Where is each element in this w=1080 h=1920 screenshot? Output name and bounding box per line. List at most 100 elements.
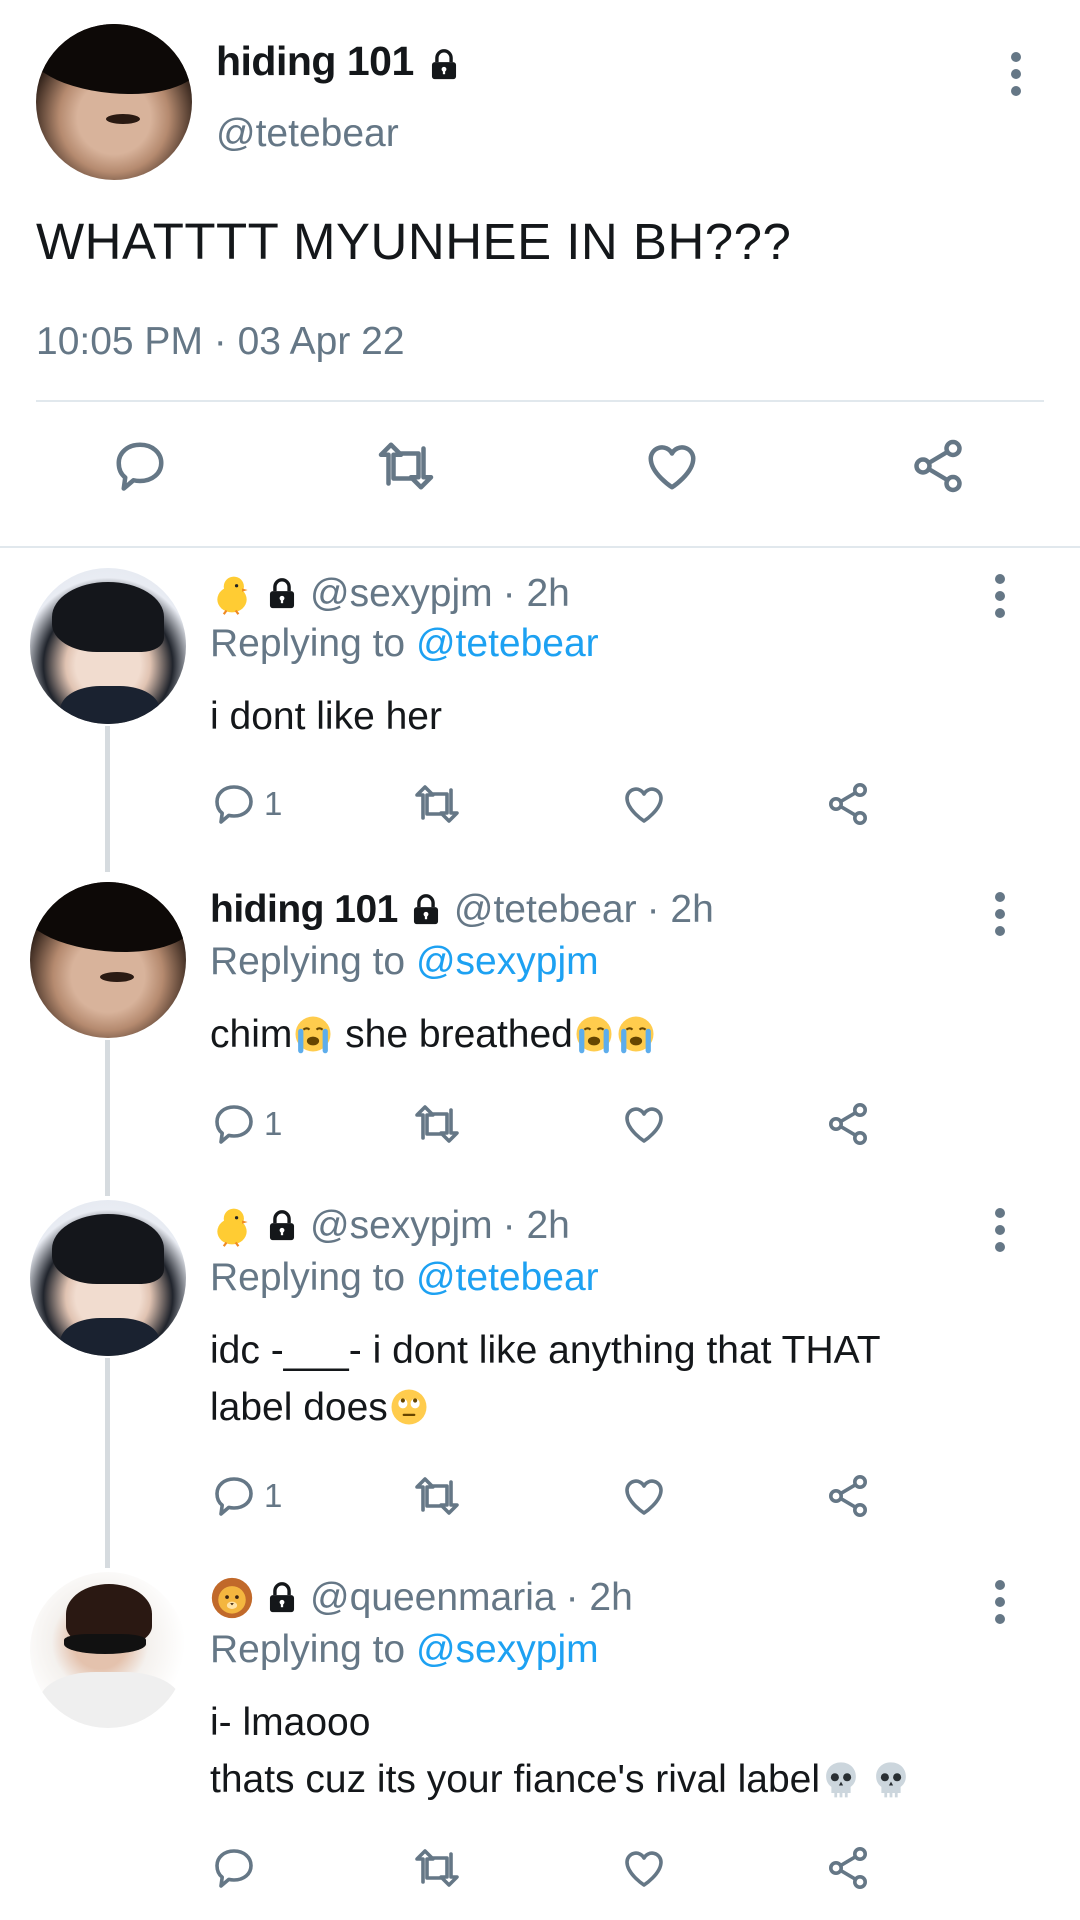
crying-face-emoji [615, 1013, 657, 1055]
divider [36, 400, 1044, 402]
heart-icon[interactable] [620, 1472, 668, 1520]
eye-roll-emoji [388, 1386, 430, 1428]
chick-emoji [210, 1204, 254, 1248]
share-icon[interactable] [824, 1844, 872, 1892]
reply-text-line: label does [210, 1386, 388, 1429]
reply-time: · 2h [502, 1204, 570, 1247]
lion-emoji [210, 1576, 254, 1620]
heart-icon[interactable] [620, 1844, 668, 1892]
speech-bubble-icon [215, 1477, 253, 1516]
heart-icon[interactable] [620, 1100, 668, 1148]
reply-author-name[interactable]: hiding 101 [210, 888, 398, 932]
replying-to: Replying to @tetebear [210, 1256, 599, 1300]
reply-handle[interactable]: @sexypjm [310, 572, 493, 616]
reply-text: i dont like her [210, 688, 442, 745]
retweet-icon[interactable] [410, 1472, 464, 1520]
share-icon[interactable] [824, 1100, 872, 1148]
reply-count: 1 [264, 785, 283, 822]
replying-prefix: Replying to [210, 940, 406, 983]
avatar[interactable] [30, 882, 186, 1038]
reply-text-line: thats cuz its your fiance's rival label [210, 1758, 821, 1801]
speech-bubble-icon [215, 1105, 253, 1144]
padlock-icon [264, 1209, 300, 1243]
reply-actions: 1 [210, 1100, 890, 1156]
share-icon[interactable] [824, 780, 872, 828]
tweet-actions [0, 436, 1080, 516]
speech-bubble-icon[interactable] [110, 436, 170, 501]
avatar[interactable] [36, 24, 192, 180]
reply-time: · 2h [646, 888, 714, 931]
reply-handle[interactable]: @queenmaria [310, 1576, 556, 1620]
mention-link[interactable]: @tetebear [416, 1256, 599, 1299]
mention-link[interactable]: @sexypjm [416, 940, 599, 983]
chick-emoji [210, 572, 254, 616]
retweet-icon[interactable] [410, 1100, 464, 1148]
reply-button[interactable]: 1 [210, 780, 282, 828]
reply-actions [210, 1844, 890, 1900]
vertical-dots-icon[interactable] [992, 892, 1008, 940]
main-tweet: hiding 101 @tetebear WHATTTT MYUNHEE IN … [0, 0, 1080, 548]
reply-text: i- lmaooo thats cuz its your fiance's ri… [210, 1694, 912, 1808]
reply-button[interactable] [210, 1844, 264, 1892]
reply-header: @sexypjm · 2h [210, 1204, 570, 1248]
reply-text-line: i- lmaooo [210, 1701, 371, 1744]
replying-to: Replying to @sexypjm [210, 1628, 599, 1672]
skull-emoji [820, 1758, 862, 1800]
reply-button[interactable]: 1 [210, 1472, 282, 1520]
crying-face-emoji [292, 1013, 334, 1055]
mention-link[interactable]: @sexypjm [416, 1628, 599, 1671]
mention-link[interactable]: @tetebear [416, 622, 599, 665]
vertical-dots-icon[interactable] [992, 574, 1008, 622]
reply-time: · 2h [565, 1576, 633, 1619]
padlock-icon [264, 577, 300, 611]
reply-tweet[interactable]: hiding 101 @tetebear · 2h Replying to @s… [0, 868, 1080, 1186]
speech-bubble-icon [215, 1849, 253, 1888]
reply-text-line: idc -___- i dont like anything that THAT [210, 1329, 881, 1372]
share-icon[interactable] [908, 436, 968, 501]
crying-face-emoji [573, 1013, 615, 1055]
replying-prefix: Replying to [210, 1628, 406, 1671]
replying-prefix: Replying to [210, 1256, 406, 1299]
avatar[interactable] [30, 1572, 186, 1728]
reply-text: chim she breathed [210, 1006, 657, 1063]
reply-text: idc -___- i dont like anything that THAT… [210, 1322, 881, 1436]
replying-prefix: Replying to [210, 622, 406, 665]
reply-actions: 1 [210, 1472, 890, 1528]
skull-emoji [870, 1758, 912, 1800]
reply-text-part: chim [210, 1013, 293, 1056]
tweet-timestamp: 10:05 PM · 03 Apr 22 [36, 320, 405, 363]
reply-tweet[interactable]: @sexypjm · 2h Replying to @tetebear i do… [0, 548, 1080, 868]
replying-to: Replying to @tetebear [210, 622, 599, 666]
author-handle[interactable]: @tetebear [216, 112, 399, 156]
retweet-icon[interactable] [410, 780, 464, 828]
reply-tweet[interactable]: @queenmaria · 2h Replying to @sexypjm i-… [0, 1556, 1080, 1920]
reply-actions: 1 [210, 780, 890, 836]
reply-count: 1 [264, 1477, 283, 1514]
author-name[interactable]: hiding 101 [216, 38, 462, 85]
reply-button[interactable]: 1 [210, 1100, 282, 1148]
replying-to: Replying to @sexypjm [210, 940, 599, 984]
vertical-dots-icon[interactable] [1008, 50, 1024, 98]
reply-text-line: i dont like her [210, 695, 442, 738]
retweet-icon[interactable] [372, 436, 440, 501]
reply-header: @sexypjm · 2h [210, 572, 570, 616]
reply-handle[interactable]: @tetebear [454, 888, 637, 932]
reply-tweet[interactable]: @sexypjm · 2h Replying to @tetebear idc … [0, 1186, 1080, 1556]
retweet-icon[interactable] [410, 1844, 464, 1892]
reply-count: 1 [264, 1105, 283, 1142]
reply-text-part: she breathed [334, 1013, 573, 1056]
padlock-icon [264, 1581, 300, 1615]
heart-icon[interactable] [620, 780, 668, 828]
reply-time: · 2h [502, 572, 570, 615]
author-name-text[interactable]: hiding 101 [216, 38, 414, 85]
vertical-dots-icon[interactable] [992, 1580, 1008, 1628]
padlock-icon [426, 45, 462, 79]
reply-handle[interactable]: @sexypjm [310, 1204, 493, 1248]
share-icon[interactable] [824, 1472, 872, 1520]
padlock-icon [408, 893, 444, 927]
reply-header: hiding 101 @tetebear · 2h [210, 888, 714, 932]
vertical-dots-icon[interactable] [992, 1208, 1008, 1256]
avatar[interactable] [30, 568, 186, 724]
heart-icon[interactable] [642, 436, 702, 501]
avatar[interactable] [30, 1200, 186, 1356]
